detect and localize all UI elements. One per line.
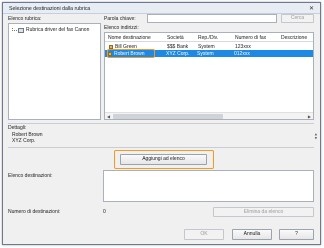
details-label: Dettagli: [8, 125, 27, 131]
details-separator [8, 123, 314, 124]
dialog-title: Selezione destinazioni dalla rubrica [9, 6, 91, 12]
address-book-icon [18, 27, 24, 33]
column-header[interactable]: Rep./Div. [198, 35, 218, 41]
tree-item-canon-fax[interactable]: Rubrica driver del fax Canon [12, 27, 89, 33]
address-list-table[interactable]: Nome destinazione Società Rep./Div. Nume… [104, 32, 314, 120]
table-header: Nome destinazione Società Rep./Div. Nume… [105, 33, 313, 42]
help-button[interactable]: ? [279, 229, 314, 240]
address-list-label: Elenco indirizzi: [104, 25, 139, 31]
title-bar: Selezione destinazioni dalla rubrica ✕ [3, 3, 320, 14]
tree-item-label: Rubrica driver del fax Canon [26, 27, 90, 33]
details-scroll-icon[interactable]: ▲ ▼ [315, 132, 317, 140]
fax-cell: 012xxx [234, 51, 250, 57]
scroll-left-icon[interactable]: ◀ [107, 113, 110, 119]
ok-button[interactable]: OK [184, 229, 224, 240]
address-book-label: Elenco rubrica: [8, 16, 42, 22]
selection-highlight-frame [107, 49, 155, 58]
search-button[interactable]: Cerca [281, 14, 314, 23]
dept-cell: System [197, 51, 214, 57]
scrollbar-thumb[interactable] [113, 114, 223, 119]
destinations-count-label: Numero di destinazioni: [8, 209, 61, 215]
keyword-label: Parola chiave: [104, 16, 136, 22]
cancel-button[interactable]: Annulla [232, 229, 272, 240]
keyword-input[interactable] [147, 14, 277, 23]
column-header[interactable]: Società [167, 35, 184, 41]
horizontal-scrollbar[interactable]: ◀ ▶ [105, 112, 313, 119]
destinations-count-value: 0 [103, 209, 106, 215]
column-header[interactable]: Numero di fax [235, 35, 266, 41]
details-company: XYZ Corp. [12, 138, 36, 144]
scroll-right-icon[interactable]: ▶ [308, 113, 311, 119]
tree-connector [12, 27, 17, 31]
remove-from-list-button[interactable]: Elimina da elenco [213, 207, 314, 217]
close-icon[interactable]: ✕ [307, 5, 316, 12]
destinations-label: Elenco destinazioni: [8, 173, 53, 179]
column-header[interactable]: Descrizione [281, 35, 307, 41]
address-book-dialog: Selezione destinazioni dalla rubrica ✕ E… [2, 2, 321, 245]
column-header[interactable]: Nome destinazione [108, 35, 151, 41]
details-bottom-separator [8, 147, 314, 148]
destinations-list[interactable] [103, 170, 314, 202]
address-book-tree[interactable]: Rubrica driver del fax Canon [8, 23, 101, 120]
company-cell: XYZ Corp. [166, 51, 190, 57]
add-button-highlight-frame [114, 150, 214, 169]
